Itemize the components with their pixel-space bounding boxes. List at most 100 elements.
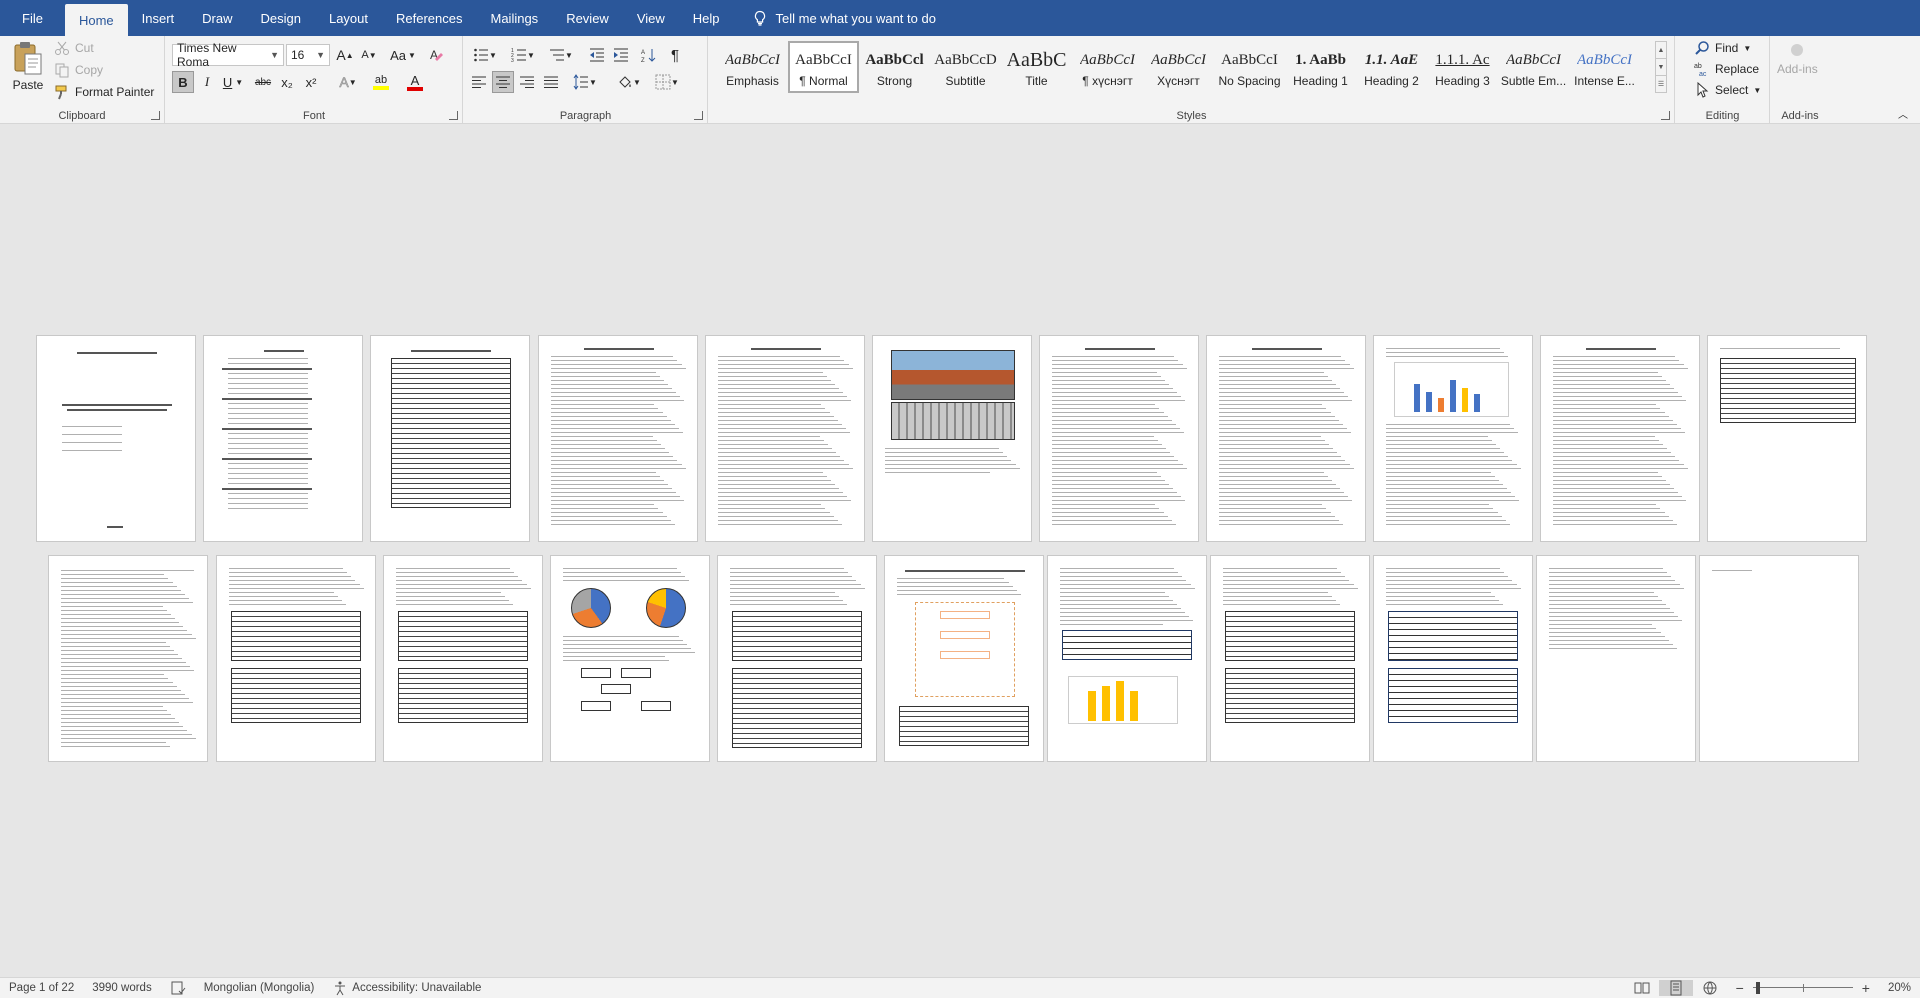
paste-button[interactable]: Paste [8,40,48,92]
document-page[interactable] [383,555,543,762]
zoom-slider[interactable] [1752,982,1853,994]
paragraph-dialog-launcher[interactable] [694,111,703,120]
style-item[interactable]: AaBbCcl Strong [859,41,930,93]
style-item[interactable]: AaBbCcI ¶ Normal [788,41,859,93]
italic-button[interactable]: I [196,71,218,93]
multilevel-list-button[interactable]: ▼ [544,44,578,66]
tab-view[interactable]: View [623,0,679,36]
language-status[interactable]: Mongolian (Mongolia) [195,982,324,994]
tab-mailings[interactable]: Mailings [477,0,553,36]
gallery-up-icon[interactable]: ▲ [1656,42,1666,59]
subscript-button[interactable]: x₂ [276,71,298,93]
format-painter-button[interactable]: Format Painter [54,84,154,100]
tab-help[interactable]: Help [679,0,734,36]
style-item[interactable]: AaBbCcI Subtle Em... [1498,41,1569,93]
style-item[interactable]: AaBbCcI Хүснэгт [1143,41,1214,93]
style-item[interactable]: 1.1. AaE Heading 2 [1356,41,1427,93]
tab-insert[interactable]: Insert [128,0,189,36]
document-page[interactable] [550,555,710,762]
zoom-out-button[interactable]: − [1727,980,1753,996]
document-page[interactable] [203,335,363,542]
tab-draw[interactable]: Draw [188,0,246,36]
zoom-in-button[interactable]: + [1853,980,1879,996]
style-item[interactable]: 1.1.1. Ac Heading 3 [1427,41,1498,93]
document-page[interactable] [884,555,1044,762]
document-page[interactable] [1373,335,1533,542]
sort-button[interactable]: AZ [638,44,660,66]
document-page[interactable] [1707,335,1867,542]
font-dialog-launcher[interactable] [449,111,458,120]
style-item[interactable]: AaBbCcI Intense E... [1569,41,1640,93]
proofing-status[interactable] [161,980,195,996]
decrease-indent-button[interactable] [586,44,608,66]
font-color-button[interactable]: A [400,71,430,93]
read-mode-button[interactable] [1625,980,1659,996]
tab-references[interactable]: References [382,0,476,36]
document-page[interactable] [1039,335,1199,542]
justify-button[interactable] [540,71,562,93]
tab-design[interactable]: Design [247,0,315,36]
document-page[interactable] [370,335,530,542]
web-layout-button[interactable] [1693,980,1727,996]
zoom-slider-thumb[interactable] [1756,982,1761,994]
select-button[interactable]: Select ▼ [1694,82,1761,98]
collapse-ribbon-button[interactable]: ︿ [1898,106,1908,121]
style-item[interactable]: AaBbCcI No Spacing [1214,41,1285,93]
document-page[interactable] [1210,555,1370,762]
document-page[interactable] [1699,555,1859,762]
document-page[interactable] [216,555,376,762]
accessibility-status[interactable]: Accessibility: Unavailable [323,980,490,996]
align-right-button[interactable] [516,71,538,93]
document-page[interactable] [538,335,698,542]
style-item[interactable]: AaBbCcI Emphasis [717,41,788,93]
zoom-level[interactable]: 20% [1879,982,1920,994]
document-page[interactable] [1206,335,1366,542]
tab-home[interactable]: Home [64,4,128,36]
document-page[interactable] [717,555,877,762]
document-page[interactable] [1536,555,1696,762]
document-page[interactable] [872,335,1032,542]
tab-review[interactable]: Review [552,0,623,36]
clear-formatting-button[interactable]: A [426,44,448,66]
cut-button[interactable]: Cut [54,40,94,56]
styles-gallery-scroll[interactable]: ▲ ▼ ☰ [1655,41,1667,93]
gallery-down-icon[interactable]: ▼ [1656,59,1666,76]
borders-button[interactable]: ▼ [650,71,684,93]
style-item[interactable]: AaBbCcI ¶ хүснэгт [1072,41,1143,93]
align-center-button[interactable] [492,71,514,93]
grow-font-button[interactable]: A ▲ [334,44,356,66]
print-layout-button[interactable] [1658,980,1693,996]
strikethrough-button[interactable]: abc [252,71,274,93]
document-page[interactable] [1540,335,1700,542]
document-page[interactable] [48,555,208,762]
style-item[interactable]: 1. AaBb Heading 1 [1285,41,1356,93]
change-case-button[interactable]: Aa ▼ [388,44,418,66]
superscript-button[interactable]: x² [300,71,322,93]
document-page[interactable] [36,335,196,542]
word-count[interactable]: 3990 words [83,982,160,994]
document-page[interactable] [1047,555,1207,762]
numbering-button[interactable]: 1 2 3 ▼ [506,44,540,66]
document-area[interactable] [0,125,1920,977]
tab-file[interactable]: File [0,0,65,36]
addins-button[interactable]: Add-ins [1777,44,1818,76]
tell-me-search[interactable]: Tell me what you want to do [752,0,936,36]
underline-button[interactable]: U ▼ [218,71,248,93]
shading-button[interactable]: ▼ [612,71,646,93]
clipboard-dialog-launcher[interactable] [151,111,160,120]
find-button[interactable]: Find ▼ [1694,40,1751,56]
font-name-combo[interactable]: Times New Roma ▼ [172,41,284,69]
show-formatting-button[interactable]: ¶ [664,44,686,66]
highlight-button[interactable]: ab [366,71,396,93]
text-effects-button[interactable]: A ▼ [334,71,362,93]
align-left-button[interactable] [468,71,490,93]
document-page[interactable] [705,335,865,542]
line-spacing-button[interactable]: ▼ [568,71,602,93]
document-page[interactable] [1373,555,1533,762]
bold-button[interactable]: B [172,71,194,93]
style-item[interactable]: AaBbCcD Subtitle [930,41,1001,93]
styles-dialog-launcher[interactable] [1661,111,1670,120]
gallery-more-icon[interactable]: ☰ [1656,76,1666,92]
shrink-font-button[interactable]: A ▼ [358,44,380,66]
copy-button[interactable]: Copy [54,62,103,78]
